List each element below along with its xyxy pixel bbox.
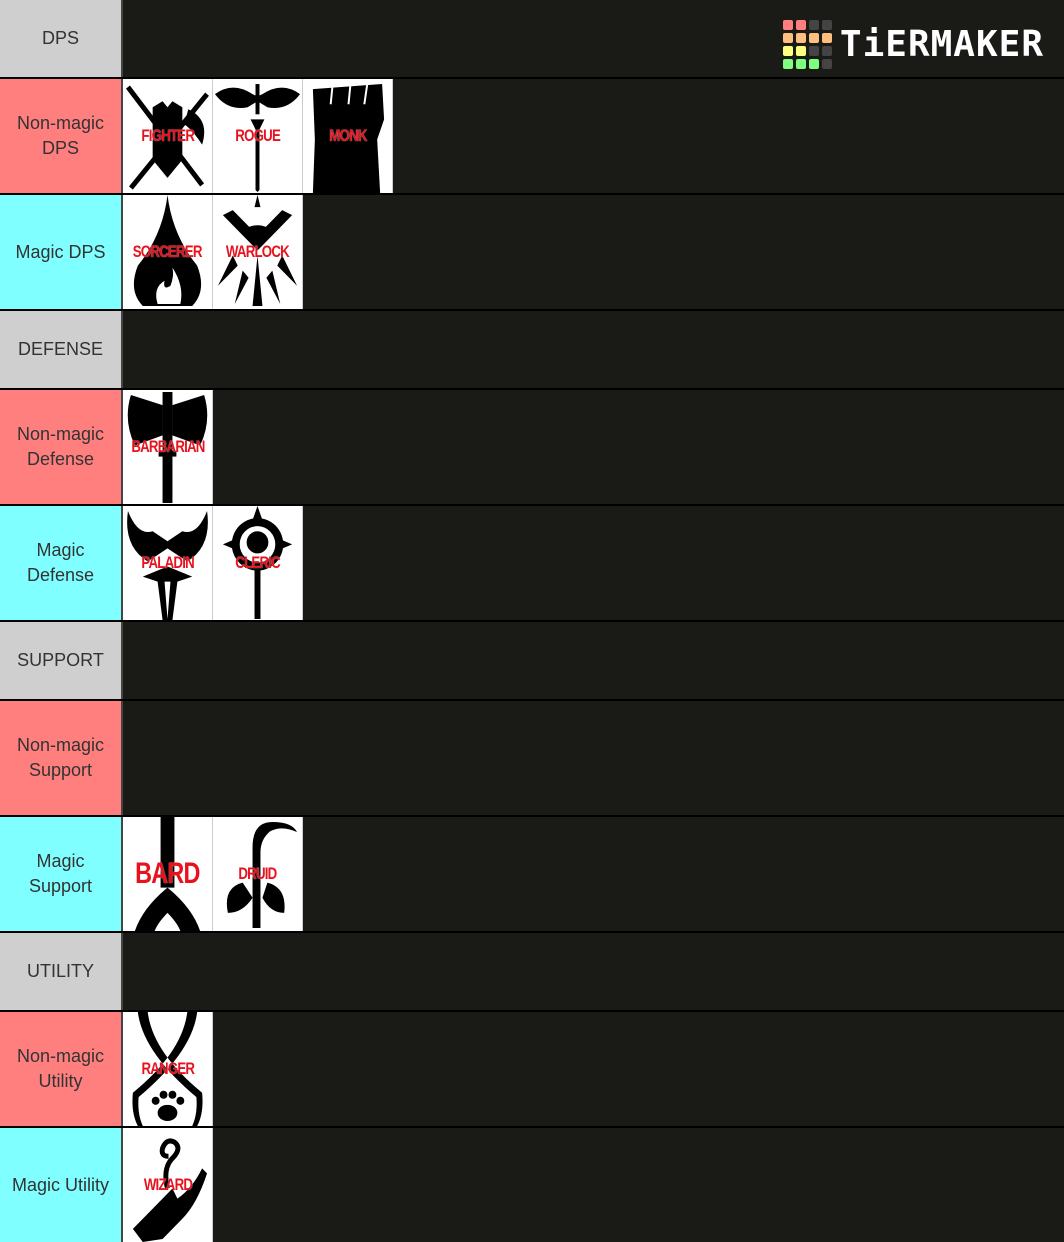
item-caption: RANGER xyxy=(141,1059,195,1078)
tier-row: Magic Utility WIZARD xyxy=(0,1128,1064,1242)
logo-grid-cell xyxy=(795,59,806,69)
item-tile-sorcerer[interactable]: SORCERER xyxy=(123,195,213,309)
logo-grid-cell xyxy=(808,33,819,43)
tier-row: Non-magic Utility RANGER xyxy=(0,1012,1064,1126)
item-tile-warlock[interactable]: WARLOCK xyxy=(213,195,303,309)
tier-items-dropzone[interactable] xyxy=(123,622,1064,699)
item-caption: PALADIN xyxy=(141,553,194,572)
tier-label[interactable]: Magic Defense xyxy=(0,506,123,620)
tier-label[interactable]: SUPPORT xyxy=(0,622,123,699)
tier-row: Non-magic Defense BARBARIAN xyxy=(0,390,1064,504)
tier-label[interactable]: Non-magic Support xyxy=(0,701,123,815)
item-caption: BARD xyxy=(135,857,200,890)
logo-grid-cell xyxy=(808,59,819,69)
tier-row: Magic DPS SORCERER WARLOCK xyxy=(0,195,1064,309)
tier-label[interactable]: Non-magic DPS xyxy=(0,79,123,193)
item-caption: BARBARIAN xyxy=(130,437,205,456)
logo-grid-cell xyxy=(808,20,819,30)
logo-grid-cell xyxy=(821,20,832,30)
tier-row: Non-magic DPS FIGHTER ROGUE MONK xyxy=(0,79,1064,193)
item-tile-wizard[interactable]: WIZARD xyxy=(123,1128,213,1242)
tier-row: Non-magic Support xyxy=(0,701,1064,815)
item-caption: ROGUE xyxy=(235,126,281,145)
item-tile-rogue[interactable]: ROGUE xyxy=(213,79,303,193)
tier-label[interactable]: Magic DPS xyxy=(0,195,123,309)
tier-items-dropzone[interactable]: RANGER xyxy=(123,1012,1064,1126)
tier-row: Magic Support BARD DRUID xyxy=(0,817,1064,931)
tier-items-dropzone[interactable]: WIZARD xyxy=(123,1128,1064,1242)
item-caption: MONK xyxy=(328,126,367,145)
tier-list-board: Magic Utility WIZARD Non-magic Utility RANG… xyxy=(0,0,1064,1242)
item-caption: WIZARD xyxy=(143,1175,192,1194)
tier-label[interactable]: Magic Support xyxy=(0,817,123,931)
tier-row: SUPPORT xyxy=(0,622,1064,699)
item-tile-ranger[interactable]: RANGER xyxy=(123,1012,213,1126)
tier-label[interactable]: DEFENSE xyxy=(0,311,123,388)
tier-items-dropzone[interactable] xyxy=(123,311,1064,388)
tier-items-dropzone[interactable]: PALADIN CLERIC xyxy=(123,506,1064,620)
item-tile-barbarian[interactable]: BARBARIAN xyxy=(123,390,213,504)
logo-grid-cell xyxy=(821,59,832,69)
item-tile-paladin[interactable]: PALADIN xyxy=(123,506,213,620)
tier-label[interactable]: DPS xyxy=(0,0,123,77)
tier-row: UTILITY xyxy=(0,933,1064,1010)
tiermaker-logo: TiERMAKER xyxy=(782,20,1044,69)
tier-items-dropzone[interactable]: FIGHTER ROGUE MONK xyxy=(123,79,1064,193)
logo-grid-icon xyxy=(782,20,832,69)
item-caption: DRUID xyxy=(238,864,277,883)
item-tile-druid[interactable]: DRUID xyxy=(213,817,303,931)
tier-items-dropzone[interactable] xyxy=(123,701,1064,815)
logo-grid-cell xyxy=(795,33,806,43)
item-caption: FIGHTER xyxy=(141,126,195,145)
logo-grid-cell xyxy=(821,46,832,56)
item-tile-cleric[interactable]: CLERIC xyxy=(213,506,303,620)
item-tile-bard[interactable]: BARD xyxy=(123,817,213,931)
logo-grid-cell xyxy=(782,20,793,30)
item-caption: WARLOCK xyxy=(225,242,290,261)
logo-grid-cell xyxy=(782,59,793,69)
logo-grid-cell xyxy=(821,33,832,43)
logo-grid-cell xyxy=(782,46,793,56)
tier-row: DEFENSE xyxy=(0,311,1064,388)
tier-label[interactable]: Magic Utility xyxy=(0,1128,123,1242)
tier-items-dropzone[interactable]: BARD DRUID xyxy=(123,817,1064,931)
logo-grid-cell xyxy=(795,46,806,56)
logo-grid-cell xyxy=(808,46,819,56)
item-tile-fighter[interactable]: FIGHTER xyxy=(123,79,213,193)
tier-row: Magic Defense PALADIN CLERIC xyxy=(0,506,1064,620)
item-tile-monk[interactable]: MONK xyxy=(303,79,393,193)
logo-text: TiERMAKER xyxy=(839,24,1044,65)
logo-grid-cell xyxy=(782,33,793,43)
logo-grid-cell xyxy=(795,20,806,30)
tier-items-dropzone[interactable] xyxy=(123,933,1064,1010)
item-caption: SORCERER xyxy=(133,242,203,261)
tier-label[interactable]: UTILITY xyxy=(0,933,123,1010)
item-caption: CLERIC xyxy=(235,553,280,572)
tier-label[interactable]: Non-magic Utility xyxy=(0,1012,123,1126)
tier-label[interactable]: Non-magic Defense xyxy=(0,390,123,504)
tier-items-dropzone[interactable]: BARBARIAN xyxy=(123,390,1064,504)
tier-items-dropzone[interactable]: SORCERER WARLOCK xyxy=(123,195,1064,309)
